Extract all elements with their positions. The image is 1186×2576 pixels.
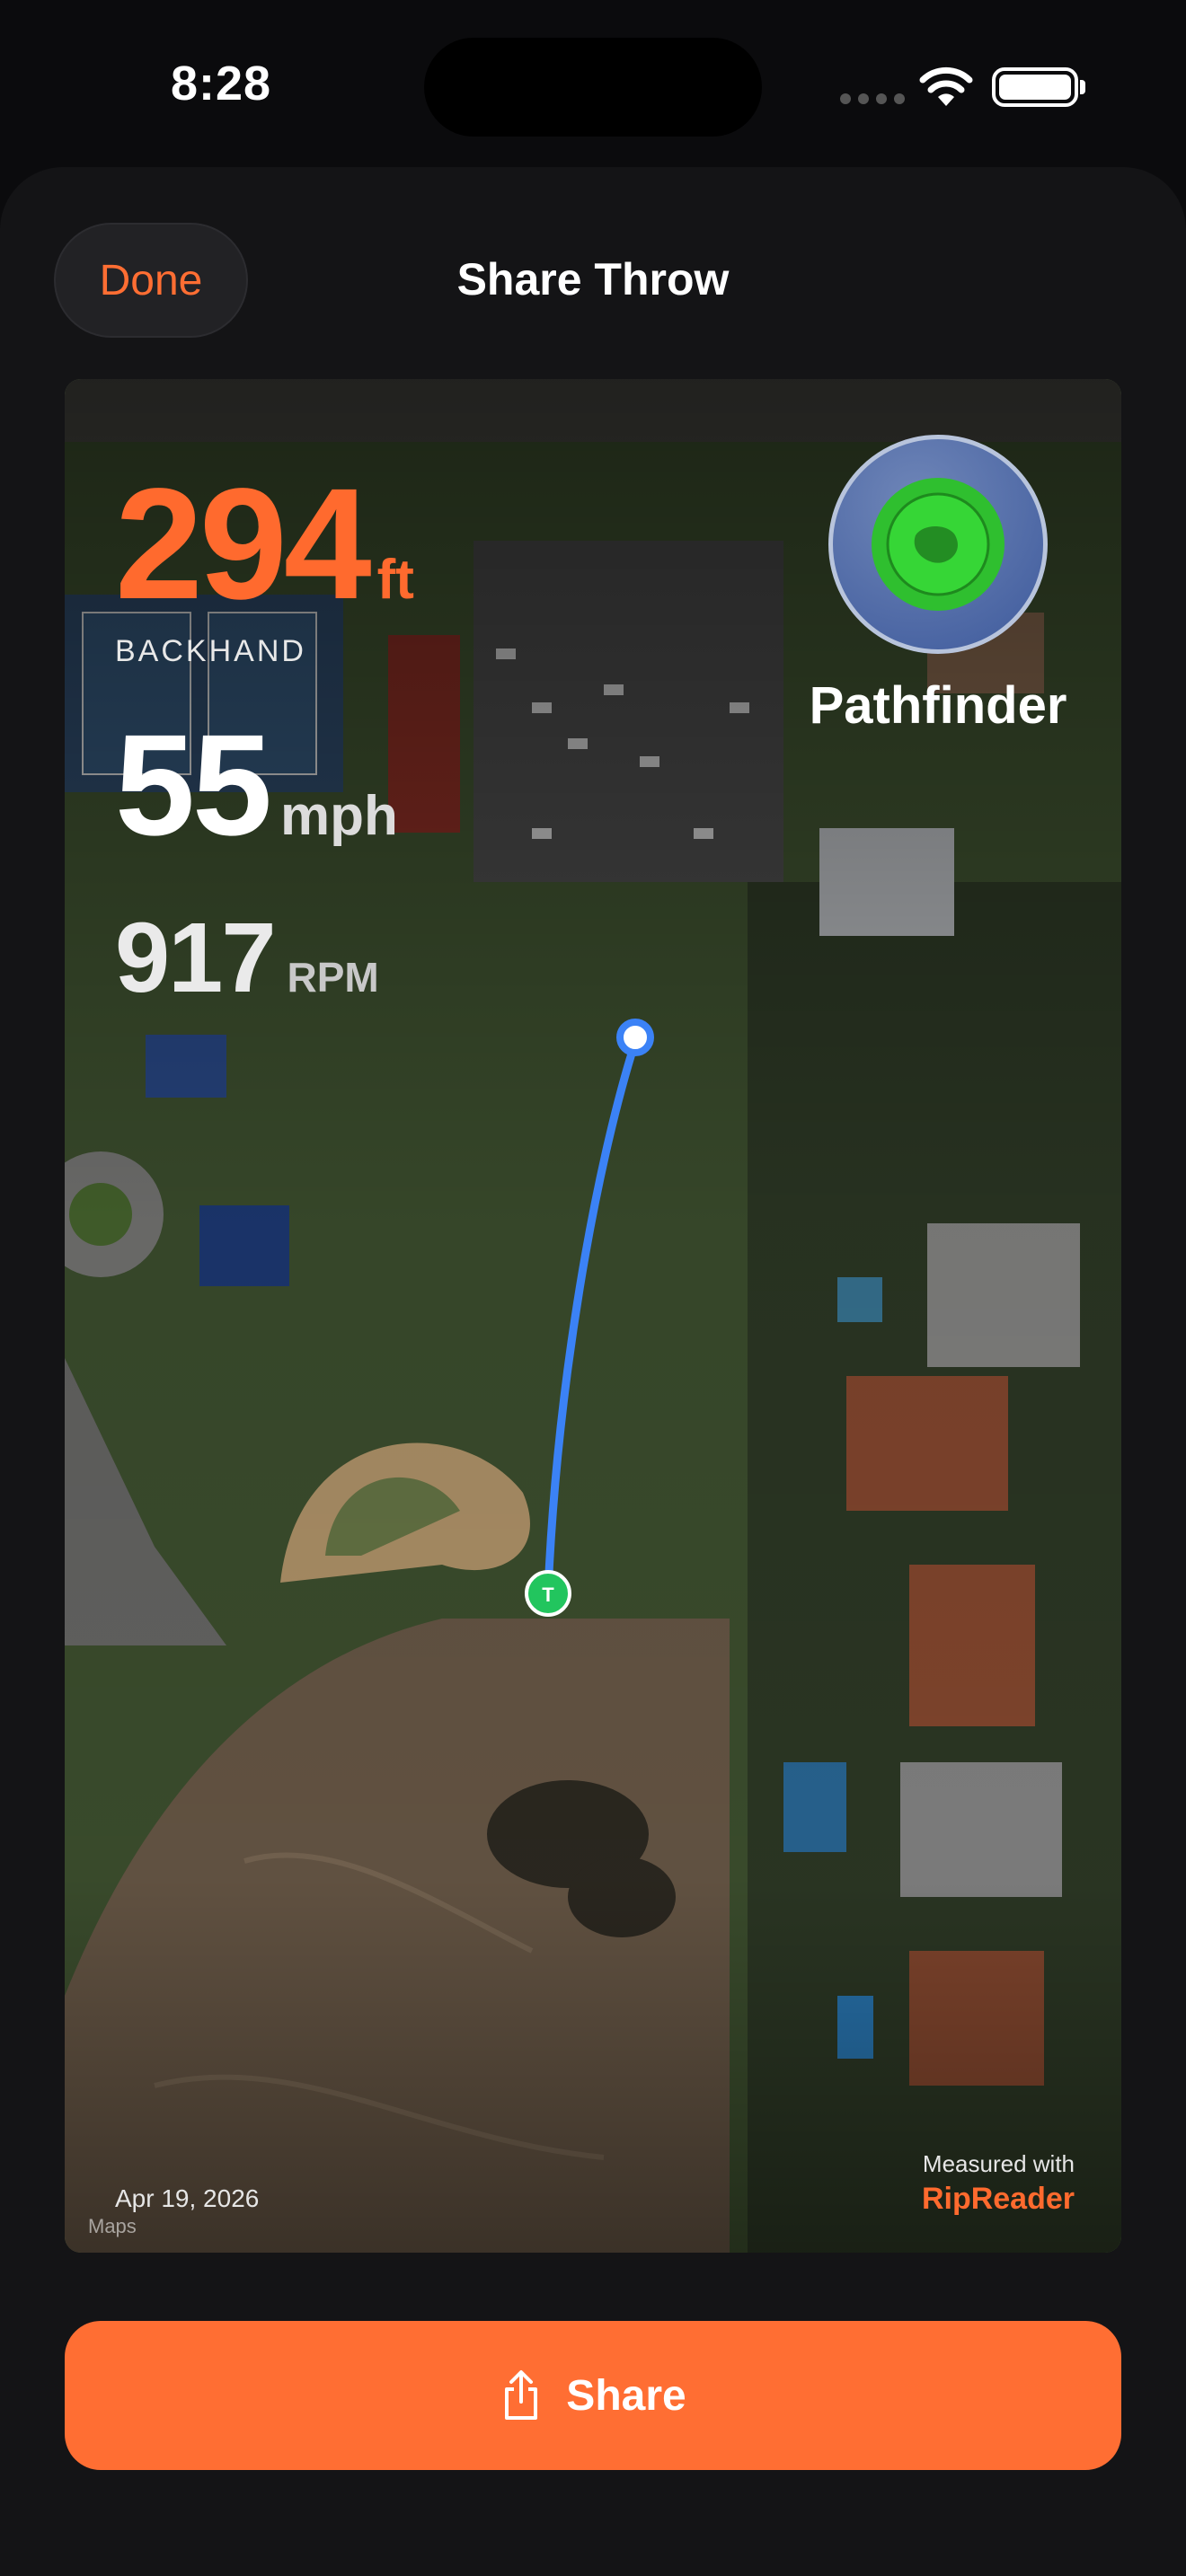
dynamic-island [424,38,762,137]
spin-unit: RPM [287,954,379,1001]
throw-date: Apr 19, 2026 [115,2184,260,2212]
throw-type: BACKHAND [115,634,306,668]
disc-icon [828,435,1048,654]
throw-map-card: T 294 ft BACKHAND 55 mph 917 RPM Pathfinder… [65,379,1121,2253]
landing-marker-icon [616,1019,654,1056]
wifi-icon [919,66,973,106]
brand-label: RipReader [921,2182,1075,2216]
maps-credit: Maps [88,2215,137,2237]
share-icon [505,2370,538,2420]
disc-name: Pathfinder [809,676,1067,735]
measured-with-label: Measured with [922,2150,1075,2177]
tee-marker-label: T [542,1584,554,1606]
done-button[interactable]: Done [54,223,248,338]
measured-with-badge: Measured with RipReader [922,2150,1075,2217]
distance-unit: ft [376,549,414,611]
battery-icon [992,67,1078,107]
speed-readout: 55 mph [115,713,398,857]
spin-readout: 917 RPM [115,909,379,1008]
speed-unit: mph [279,785,398,847]
spin-value: 917 [115,903,277,1013]
status-time: 8:28 [171,57,272,110]
status-bar: 8:28 [0,0,1186,171]
distance-readout: 294 ft [115,465,414,623]
speed-value: 55 [115,704,272,865]
cellular-signal-icon [840,93,905,104]
distance-value: 294 [115,456,372,632]
share-label: Share [566,2371,686,2420]
share-button[interactable]: Share [65,2321,1121,2470]
